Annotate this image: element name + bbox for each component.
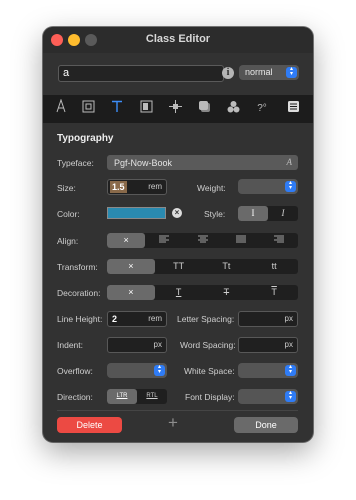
category-toolbar: ?° xyxy=(43,95,313,123)
transform-none-button[interactable]: × xyxy=(107,259,155,274)
line-height-field[interactable]: 2 rem xyxy=(107,311,167,327)
direction-ltr-button[interactable]: LTR xyxy=(107,389,137,404)
letter-spacing-label: Letter Spacing: xyxy=(177,314,235,324)
background-icon[interactable] xyxy=(136,99,156,119)
align-label: Align: xyxy=(57,236,79,246)
letter-spacing-unit: px xyxy=(284,314,293,323)
delete-button[interactable]: Delete xyxy=(57,417,122,433)
style-normal-button[interactable]: I xyxy=(238,206,268,221)
indent-field[interactable]: px xyxy=(107,337,167,353)
align-justify-button[interactable] xyxy=(222,233,260,248)
color-label: Color: xyxy=(57,209,80,219)
transform-uppercase-button[interactable]: TT xyxy=(155,259,203,274)
align-center-icon xyxy=(197,235,208,243)
word-spacing-label: Word Spacing: xyxy=(180,340,236,350)
transform-segmented: × TT Tt tt xyxy=(107,259,298,274)
align-left-icon xyxy=(159,235,170,243)
decoration-overline-button[interactable]: T xyxy=(250,285,298,300)
letter-spacing-field[interactable]: px xyxy=(238,311,298,327)
direction-rtl-button[interactable]: RTL xyxy=(137,389,167,404)
style-label: Style: xyxy=(204,209,226,219)
weight-select[interactable]: ▴ ▾ xyxy=(238,179,298,194)
chevron-updown-icon: ▴ ▾ xyxy=(285,364,296,376)
transform-capitalize-button[interactable]: Tt xyxy=(203,259,251,274)
style-segmented: I I xyxy=(238,206,298,221)
chevron-updown-icon: ▴ ▾ xyxy=(154,364,165,376)
style-italic-button[interactable]: I xyxy=(268,206,298,221)
line-height-label: Line Height: xyxy=(57,314,103,324)
typography-icon[interactable] xyxy=(51,98,71,119)
align-none-button[interactable]: × xyxy=(107,233,146,248)
window-title: Class Editor xyxy=(145,33,211,45)
size-unit: rem xyxy=(148,182,162,191)
decoration-label: Decoration: xyxy=(57,288,101,298)
chevron-updown-icon: ▴ ▾ xyxy=(286,66,297,78)
align-segmented: × xyxy=(107,233,298,248)
position-icon[interactable] xyxy=(165,99,185,119)
typeface-label: Typeface: xyxy=(57,158,94,168)
add-button[interactable]: + xyxy=(168,413,178,433)
line-height-unit: rem xyxy=(148,314,162,323)
chevron-updown-icon: ▴ ▾ xyxy=(285,180,296,192)
text-icon[interactable] xyxy=(107,99,127,119)
align-right-button[interactable] xyxy=(260,233,298,248)
white-space-label: White Space: xyxy=(184,366,235,376)
align-left-button[interactable] xyxy=(145,233,183,248)
overflow-label: Overflow: xyxy=(57,366,93,376)
weight-label: Weight: xyxy=(197,183,226,193)
align-right-icon xyxy=(273,235,284,243)
size-field[interactable]: 1.5 rem xyxy=(107,179,167,195)
font-display-select[interactable]: ▴ ▾ xyxy=(238,389,298,404)
white-space-select[interactable]: ▴ ▾ xyxy=(238,363,298,378)
align-center-button[interactable] xyxy=(183,233,221,248)
direction-label: Direction: xyxy=(57,392,93,402)
state-select-value: normal xyxy=(245,67,273,77)
direction-segmented: LTR RTL xyxy=(107,389,167,404)
typeface-field[interactable]: Pgf-Now-Book A xyxy=(107,155,298,170)
decoration-none-button[interactable]: × xyxy=(107,285,155,300)
info-icon[interactable]: i xyxy=(222,67,234,79)
transform-lowercase-button[interactable]: tt xyxy=(250,259,298,274)
decoration-underline-button[interactable]: T xyxy=(155,285,203,300)
overflow-select[interactable]: ▴ ▾ xyxy=(107,363,167,378)
size-value: 1.5 xyxy=(110,181,127,193)
size-label: Size: xyxy=(57,183,76,193)
typeface-value: Pgf-Now-Book xyxy=(114,158,173,168)
font-display-label: Font Display: xyxy=(185,392,235,402)
transform-icon[interactable]: ?° xyxy=(252,99,272,119)
decoration-segmented: × T T T xyxy=(107,285,298,300)
effects-icon[interactable] xyxy=(194,99,214,119)
indent-unit: px xyxy=(153,340,162,349)
box-icon[interactable] xyxy=(78,99,98,119)
done-button[interactable]: Done xyxy=(234,417,298,433)
titlebar[interactable]: Class Editor xyxy=(43,27,313,53)
line-height-value: 2 xyxy=(112,314,118,324)
state-select[interactable]: normal ▴ ▾ xyxy=(239,65,299,80)
section-title: Typography xyxy=(57,133,114,144)
class-name-input[interactable]: a xyxy=(58,65,224,82)
footer-divider xyxy=(57,410,298,411)
chevron-updown-icon: ▴ ▾ xyxy=(285,390,296,402)
word-spacing-field[interactable]: px xyxy=(238,337,298,353)
filters-icon[interactable] xyxy=(223,99,243,119)
decoration-strikethrough-button[interactable]: T xyxy=(203,285,251,300)
class-editor-window: Class Editor a i normal ▴ ▾ ?° Typograph… xyxy=(43,27,313,442)
grid-icon[interactable] xyxy=(283,99,303,119)
clear-color-icon[interactable]: × xyxy=(172,208,182,218)
indent-label: Indent: xyxy=(57,340,83,350)
word-spacing-unit: px xyxy=(284,340,293,349)
color-swatch[interactable] xyxy=(107,207,166,219)
transform-label: Transform: xyxy=(57,262,98,272)
font-picker-icon[interactable]: A xyxy=(287,155,293,169)
align-justify-icon xyxy=(235,235,246,243)
